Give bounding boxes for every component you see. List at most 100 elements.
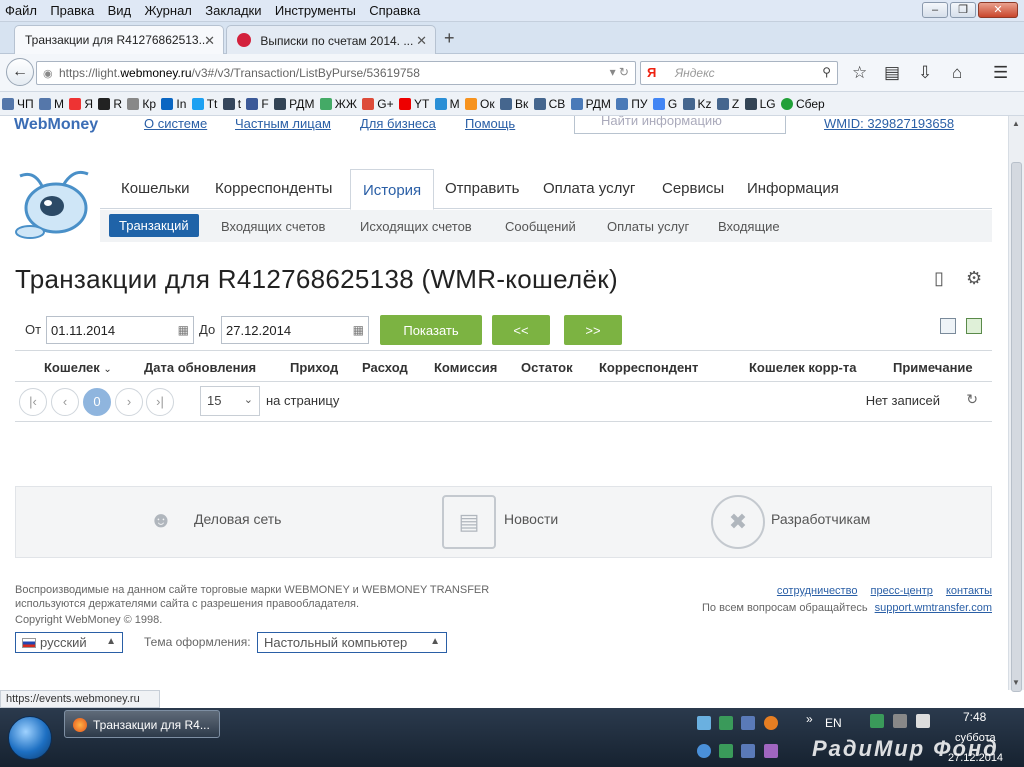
top-link-business[interactable]: Для бизнеса [360, 116, 436, 131]
news-icon[interactable]: ▤ [442, 495, 496, 549]
prev-period-button[interactable]: << [492, 315, 550, 345]
bookmark-item[interactable]: Ок [465, 97, 495, 111]
show-button[interactable]: Показать [380, 315, 482, 345]
close-window-button[interactable]: ✕ [978, 2, 1018, 18]
business-network-icon[interactable]: ☻ [134, 495, 188, 549]
wmid-link[interactable]: WMID: 329827193658 [824, 116, 954, 131]
tray-app-icon[interactable] [697, 744, 711, 758]
tab-services[interactable]: Сервисы [662, 180, 724, 197]
tray-battery-icon[interactable] [916, 714, 930, 728]
tab-send[interactable]: Отправить [445, 180, 519, 197]
col-wallet[interactable]: Кошелек ⌄ [44, 360, 112, 375]
col-corr-wallet[interactable]: Кошелек корр-та [749, 360, 856, 375]
hamburger-menu-icon[interactable]: ☰ [993, 63, 1008, 83]
col-expense[interactable]: Расход [362, 360, 408, 375]
bookmark-item[interactable]: Сбер [780, 97, 825, 111]
scroll-thumb[interactable] [1011, 162, 1022, 692]
subtab-inbox[interactable]: Входящие [718, 219, 780, 234]
col-income[interactable]: Приход [290, 360, 338, 375]
menu-file[interactable]: Файл [0, 0, 42, 18]
bookmark-item[interactable]: Kz [682, 97, 712, 111]
subtab-incoming-invoices[interactable]: Входящих счетов [221, 219, 325, 234]
scroll-up-icon[interactable]: ▲ [1012, 119, 1020, 128]
star-bookmark-icon[interactable]: ☆ [852, 63, 867, 83]
prev-page-button[interactable]: ‹ [51, 388, 79, 416]
mobile-icon[interactable]: ▯ [934, 268, 944, 289]
bookmark-item[interactable]: F [246, 97, 269, 111]
menu-help[interactable]: Справка [364, 0, 425, 18]
bookmark-item[interactable]: G [652, 97, 677, 111]
tray-firefox-icon[interactable] [764, 716, 778, 730]
bookmark-item[interactable]: РДМ [274, 97, 314, 111]
tray-app-icon[interactable] [741, 744, 755, 758]
link-cooperation[interactable]: сотрудничество [777, 585, 858, 597]
calendar-icon[interactable]: ▦ [353, 323, 364, 337]
calendar-icon[interactable]: ▦ [178, 323, 189, 337]
top-link-individuals[interactable]: Частным лицам [235, 116, 331, 131]
taskbar-firefox-item[interactable]: Транзакции для R4... [64, 710, 220, 738]
bookmark-item[interactable]: ПУ [616, 97, 648, 111]
tray-app-icon[interactable] [719, 744, 733, 758]
close-tab-icon[interactable]: ✕ [204, 33, 215, 49]
bookmark-item[interactable]: Tt [191, 97, 217, 111]
promo-business-network[interactable]: Деловая сеть [194, 511, 281, 527]
tray-app-icon[interactable] [764, 744, 778, 758]
col-commission[interactable]: Комиссия [434, 360, 497, 375]
language-select[interactable]: русский ▲ [15, 632, 123, 653]
date-to-input[interactable]: 27.12.2014 ▦ [221, 316, 369, 344]
support-link[interactable]: support.wmtransfer.com [875, 602, 992, 614]
col-update-date[interactable]: Дата обновления [144, 360, 256, 375]
bookmark-item[interactable]: СВ [533, 97, 565, 111]
top-link-help[interactable]: Помощь [465, 116, 515, 131]
tab-history[interactable]: История [350, 169, 435, 210]
back-arrow-icon[interactable]: ← [6, 58, 34, 86]
close-tab-icon[interactable]: ✕ [416, 33, 427, 49]
restore-button[interactable]: ❐ [950, 2, 976, 18]
bookmark-item[interactable]: ЧП [2, 97, 34, 111]
promo-developers[interactable]: Разработчикам [771, 511, 870, 527]
tab-statements[interactable]: Выписки по счетам 2014. ... ✕ [226, 25, 436, 54]
first-page-button[interactable]: |‹ [19, 388, 47, 416]
bookmark-item[interactable]: LG [744, 97, 776, 111]
input-language[interactable]: EN [825, 716, 842, 730]
bookmark-item[interactable]: t [222, 97, 241, 111]
next-page-button[interactable]: › [115, 388, 143, 416]
tray-network-icon[interactable] [870, 714, 884, 728]
search-bar[interactable]: Я Яндекс ⚲ [640, 61, 838, 85]
link-contacts[interactable]: контакты [946, 585, 992, 597]
bookmark-item[interactable]: In [161, 97, 186, 111]
url-bar[interactable]: ◉ https://light.webmoney.ru/v3#/v3/Trans… [36, 61, 636, 85]
bookmark-item[interactable]: ЖЖ [319, 97, 357, 111]
theme-select[interactable]: Настольный компьютер ▲ [257, 632, 447, 653]
tray-app-icon[interactable] [893, 714, 907, 728]
bookmark-item[interactable]: YT [398, 97, 429, 111]
subtab-service-payments[interactable]: Оплаты услуг [607, 219, 689, 234]
last-page-button[interactable]: ›| [146, 388, 174, 416]
promo-news[interactable]: Новости [504, 511, 558, 527]
minimize-button[interactable]: – [922, 2, 948, 18]
gear-icon[interactable]: ⚙ [966, 268, 982, 289]
tray-app-icon[interactable] [741, 716, 755, 730]
col-note[interactable]: Примечание [893, 360, 973, 375]
bookmark-item[interactable]: Z [716, 97, 739, 111]
bookmark-item[interactable]: Кр [127, 97, 156, 111]
tray-app-icon[interactable] [719, 716, 733, 730]
date-from-input[interactable]: 01.11.2014 ▦ [46, 316, 194, 344]
windows-start-icon[interactable] [8, 716, 52, 760]
page-scrollbar[interactable]: ▲ ▼ [1008, 116, 1024, 692]
tab-wallets[interactable]: Кошельки [121, 180, 189, 197]
tab-information[interactable]: Информация [747, 180, 839, 197]
link-press-center[interactable]: пресс-центр [871, 585, 933, 597]
bookmark-item[interactable]: G+ [362, 97, 394, 111]
col-balance[interactable]: Остаток [521, 360, 573, 375]
download-icon[interactable]: ⇩ [918, 63, 932, 83]
home-icon[interactable]: ⌂ [952, 63, 962, 83]
clock-time[interactable]: 7:48 [963, 710, 986, 724]
reading-list-icon[interactable]: ▤ [884, 63, 900, 83]
bookmark-item[interactable]: R [98, 97, 122, 111]
subtab-outgoing-invoices[interactable]: Исходящих счетов [360, 219, 472, 234]
tab-payments[interactable]: Оплата услуг [543, 180, 635, 197]
tray-app-icon[interactable] [697, 716, 711, 730]
scroll-down-icon[interactable]: ▼ [1012, 678, 1020, 687]
tools-icon[interactable]: ✖ [711, 495, 765, 549]
